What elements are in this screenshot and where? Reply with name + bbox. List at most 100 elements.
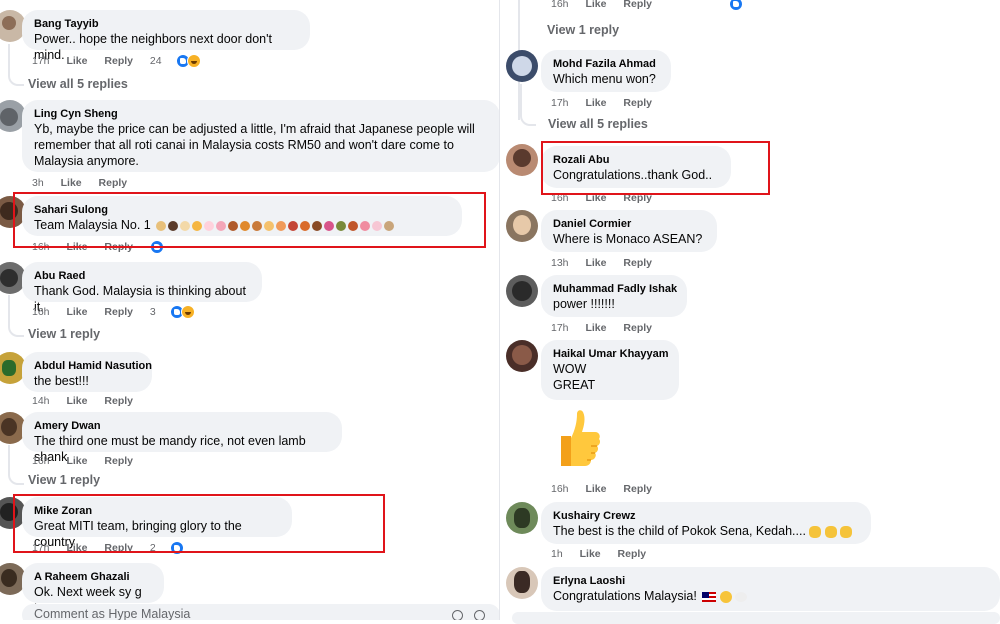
like-button[interactable]: Like: [585, 483, 606, 495]
comment-actions: 3h Like Reply: [32, 176, 141, 190]
comment-actions: 14h Like Reply: [32, 394, 147, 408]
haha-reaction-icon: [180, 305, 195, 320]
comment-author[interactable]: Haikal Umar Khayyam: [553, 347, 669, 361]
comment-time[interactable]: 17h: [551, 97, 569, 109]
emoji-icon[interactable]: [474, 610, 485, 620]
comment-input-placeholder: Comment as Hype Malaysia: [34, 607, 191, 620]
comment-time[interactable]: 1h: [551, 548, 563, 560]
comment-text: The best is the child of Pokok Sena, Ked…: [553, 523, 859, 539]
comment-author[interactable]: Bang Tayyib: [34, 17, 298, 31]
comment-actions: 16h Like Reply: [551, 0, 743, 12]
like-button[interactable]: Like: [66, 395, 87, 407]
comment-author[interactable]: Kushairy Crewz: [553, 509, 859, 523]
comment-time[interactable]: 16h: [551, 483, 569, 495]
comment-author[interactable]: A Raheem Ghazali: [34, 570, 152, 584]
reaction-count[interactable]: 3: [150, 306, 156, 318]
haha-reaction-icon: [186, 54, 201, 69]
view-replies-link[interactable]: View 1 reply: [28, 327, 100, 341]
avatar[interactable]: [506, 144, 538, 176]
reply-button[interactable]: Reply: [623, 257, 652, 269]
reply-button[interactable]: Reply: [99, 177, 128, 189]
comment-time[interactable]: 16h: [32, 306, 50, 318]
comment-author[interactable]: Mohd Fazila Ahmad: [553, 57, 659, 71]
comment-actions: 16h Like Reply: [32, 454, 147, 468]
reaction-count[interactable]: 24: [150, 55, 162, 67]
view-replies-link[interactable]: View all 5 replies: [548, 117, 648, 131]
comment-time[interactable]: 17h: [551, 322, 569, 334]
comment-actions: 1h Like Reply: [551, 547, 660, 561]
view-replies-link[interactable]: View all 5 replies: [28, 77, 128, 91]
like-button[interactable]: Like: [585, 322, 606, 334]
comment-text: Which menu won?: [553, 72, 656, 86]
malaysia-flag-emoji: [702, 591, 717, 602]
like-button[interactable]: Like: [585, 0, 606, 10]
comment-time[interactable]: 16h: [32, 455, 50, 467]
smiley-emoji: [719, 590, 732, 603]
comment-author[interactable]: Daniel Cormier: [553, 217, 705, 231]
comment-text: Yb, maybe the price can be adjusted a li…: [34, 122, 475, 168]
left-comments-panel: Bang Tayyib Power.. hope the neighbors n…: [0, 0, 500, 620]
view-replies-link[interactable]: View 1 reply: [28, 473, 100, 487]
like-button[interactable]: Like: [580, 548, 601, 560]
emoji-icon[interactable]: [452, 610, 463, 620]
comment-bubble: A Raheem Ghazali Ok. Next week sy g try: [22, 563, 164, 615]
avatar[interactable]: [506, 210, 538, 242]
reply-button[interactable]: Reply: [618, 548, 647, 560]
reply-button[interactable]: Reply: [623, 0, 652, 10]
comment-input[interactable]: Comment as Hype Malaysia: [22, 604, 500, 620]
highlight-box: [13, 494, 385, 553]
clap-emoji: [840, 525, 853, 538]
comment-author[interactable]: Abu Raed: [34, 269, 250, 283]
thread-connector: [8, 445, 24, 485]
like-button[interactable]: Like: [66, 455, 87, 467]
reply-button[interactable]: Reply: [623, 322, 652, 334]
highlight-box: [541, 141, 770, 195]
comment-author[interactable]: Ling Cyn Sheng: [34, 107, 488, 121]
comment-actions: 16h Like Reply: [551, 482, 666, 496]
like-button[interactable]: Like: [585, 257, 606, 269]
reply-button[interactable]: Reply: [104, 55, 133, 67]
avatar[interactable]: [506, 50, 538, 82]
comment-time[interactable]: 3h: [32, 177, 44, 189]
reply-button[interactable]: Reply: [623, 483, 652, 495]
clap-emoji: [824, 525, 837, 538]
like-button[interactable]: Like: [61, 177, 82, 189]
comment-bubble: Bang Tayyib Power.. hope the neighbors n…: [22, 10, 310, 62]
reply-button[interactable]: Reply: [104, 455, 133, 467]
comment-text: the best!!!: [34, 374, 89, 388]
comment-author[interactable]: Amery Dwan: [34, 419, 330, 433]
comment-text: Where is Monaco ASEAN?: [553, 232, 703, 246]
heart-emoji: [735, 591, 748, 602]
avatar[interactable]: [506, 567, 538, 599]
comment-bubble: Abu Raed Thank God. Malaysia is thinking…: [22, 262, 262, 314]
comment-bubble: Abdul Hamid Nasution the best!!!: [22, 352, 152, 392]
reply-button[interactable]: Reply: [104, 395, 133, 407]
comment-author[interactable]: Erlyna Laoshi: [553, 574, 988, 588]
avatar[interactable]: [506, 275, 538, 307]
comment-time[interactable]: 17h: [32, 55, 50, 67]
like-button[interactable]: Like: [66, 306, 87, 318]
comment-actions: 17h Like Reply 24: [32, 54, 201, 69]
comment-text-content: Congratulations Malaysia!: [553, 589, 697, 603]
comment-actions: 17h Like Reply: [551, 321, 666, 335]
comment-author[interactable]: Abdul Hamid Nasution: [34, 359, 152, 373]
comment-time[interactable]: 13h: [551, 257, 569, 269]
comment-bubble: Erlyna Laoshi Congratulations Malaysia!: [541, 567, 1000, 611]
highlight-box: [13, 192, 486, 248]
comment-actions: 13h Like Reply: [551, 256, 666, 270]
like-button[interactable]: Like: [66, 55, 87, 67]
avatar[interactable]: [506, 340, 538, 372]
avatar[interactable]: [506, 502, 538, 534]
comment-bubble: Mohd Fazila Ahmad Which menu won?: [541, 50, 671, 92]
like-button[interactable]: Like: [585, 97, 606, 109]
comment-time[interactable]: 16h: [551, 0, 569, 10]
comment-text: power !!!!!!!: [553, 297, 615, 311]
reply-button[interactable]: Reply: [104, 306, 133, 318]
comment-text: Congratulations Malaysia!: [553, 588, 988, 604]
comment-author[interactable]: Muhammad Fadly Ishak: [553, 282, 677, 296]
thread-connector: [520, 84, 536, 126]
comment-time[interactable]: 14h: [32, 395, 50, 407]
comment-input[interactable]: [512, 612, 1000, 624]
reply-button[interactable]: Reply: [623, 97, 652, 109]
view-replies-link[interactable]: View 1 reply: [547, 23, 619, 37]
